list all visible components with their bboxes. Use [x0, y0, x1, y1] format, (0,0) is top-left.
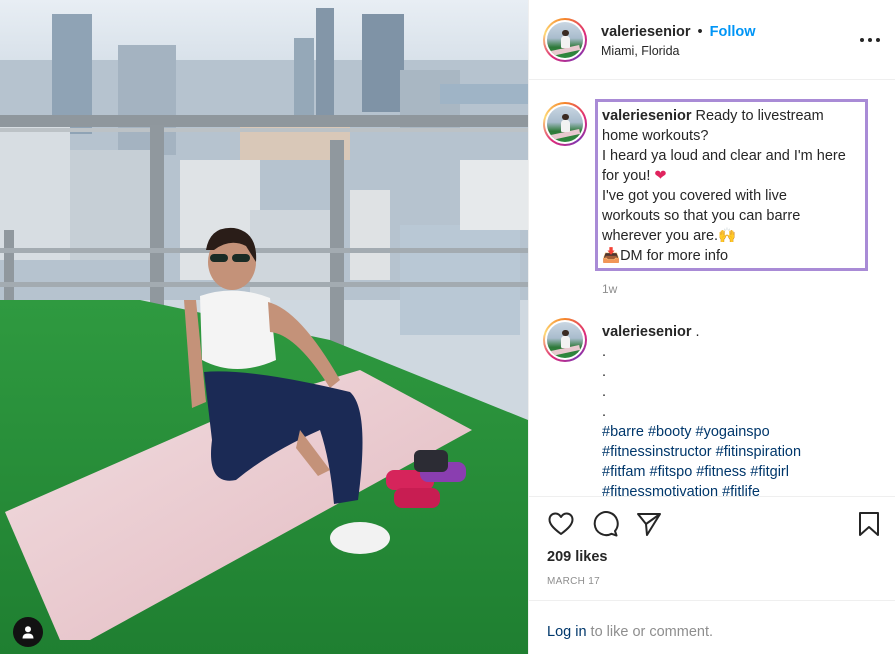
header-username[interactable]: valeriesenior: [601, 24, 690, 40]
hashtags-line-1[interactable]: #barre #booty #yogainspo: [602, 422, 864, 442]
comment-dot-3: .: [602, 384, 607, 400]
header-user-line: valeriesenior • Follow: [601, 24, 756, 40]
login-prompt-text: to like or comment.: [586, 624, 714, 640]
comment-dot-1: .: [602, 344, 607, 360]
like-heart-icon[interactable]: [547, 510, 575, 538]
hashtags-line-3[interactable]: #fitfam #fitspo #fitness #fitgirl: [602, 462, 864, 482]
more-options-icon[interactable]: [860, 30, 880, 50]
avatar[interactable]: [543, 18, 587, 62]
hashtag-comment-text: valeriesenior . . . . . #barre #booty #y…: [602, 322, 864, 496]
post-header: valeriesenior • Follow Miami, Florida: [529, 0, 895, 80]
post-photo[interactable]: [0, 0, 528, 654]
comment-dot-2: .: [602, 364, 607, 380]
login-prompt: Log in to like or comment.: [529, 600, 895, 654]
hashtags-line-4[interactable]: #fitnessmotivation #fitlife: [602, 482, 864, 496]
comment-avatar[interactable]: [543, 318, 587, 362]
save-bookmark-icon[interactable]: [855, 510, 883, 538]
comment-username[interactable]: valeriesenior: [602, 324, 691, 340]
hashtags-line-2[interactable]: #fitnessinstructor #fitinspiration: [602, 442, 864, 462]
share-send-icon[interactable]: [635, 510, 663, 538]
login-link[interactable]: Log in: [547, 624, 587, 640]
comment-first-dot: .: [691, 324, 700, 340]
likes-count[interactable]: 209 likes: [547, 549, 607, 565]
post-actions: 209 likes MARCH 17: [529, 496, 895, 600]
header-separator: •: [697, 24, 703, 40]
follow-button[interactable]: Follow: [710, 24, 756, 40]
user-tag-icon[interactable]: [13, 617, 43, 647]
post-date[interactable]: MARCH 17: [547, 576, 600, 587]
comment-dot-4: .: [602, 404, 607, 420]
post-side-panel: valeriesenior • Follow Miami, Florida va…: [528, 0, 895, 654]
location-link[interactable]: Miami, Florida: [601, 44, 680, 58]
comment-bubble-icon[interactable]: [591, 510, 619, 538]
caption-timestamp[interactable]: 1w: [602, 282, 617, 296]
post-photo-image: [0, 0, 528, 654]
caption-avatar[interactable]: [543, 102, 587, 146]
caption-highlight-box: [595, 99, 868, 271]
comments-list[interactable]: valeriesenior Ready to livestream home w…: [529, 80, 895, 496]
